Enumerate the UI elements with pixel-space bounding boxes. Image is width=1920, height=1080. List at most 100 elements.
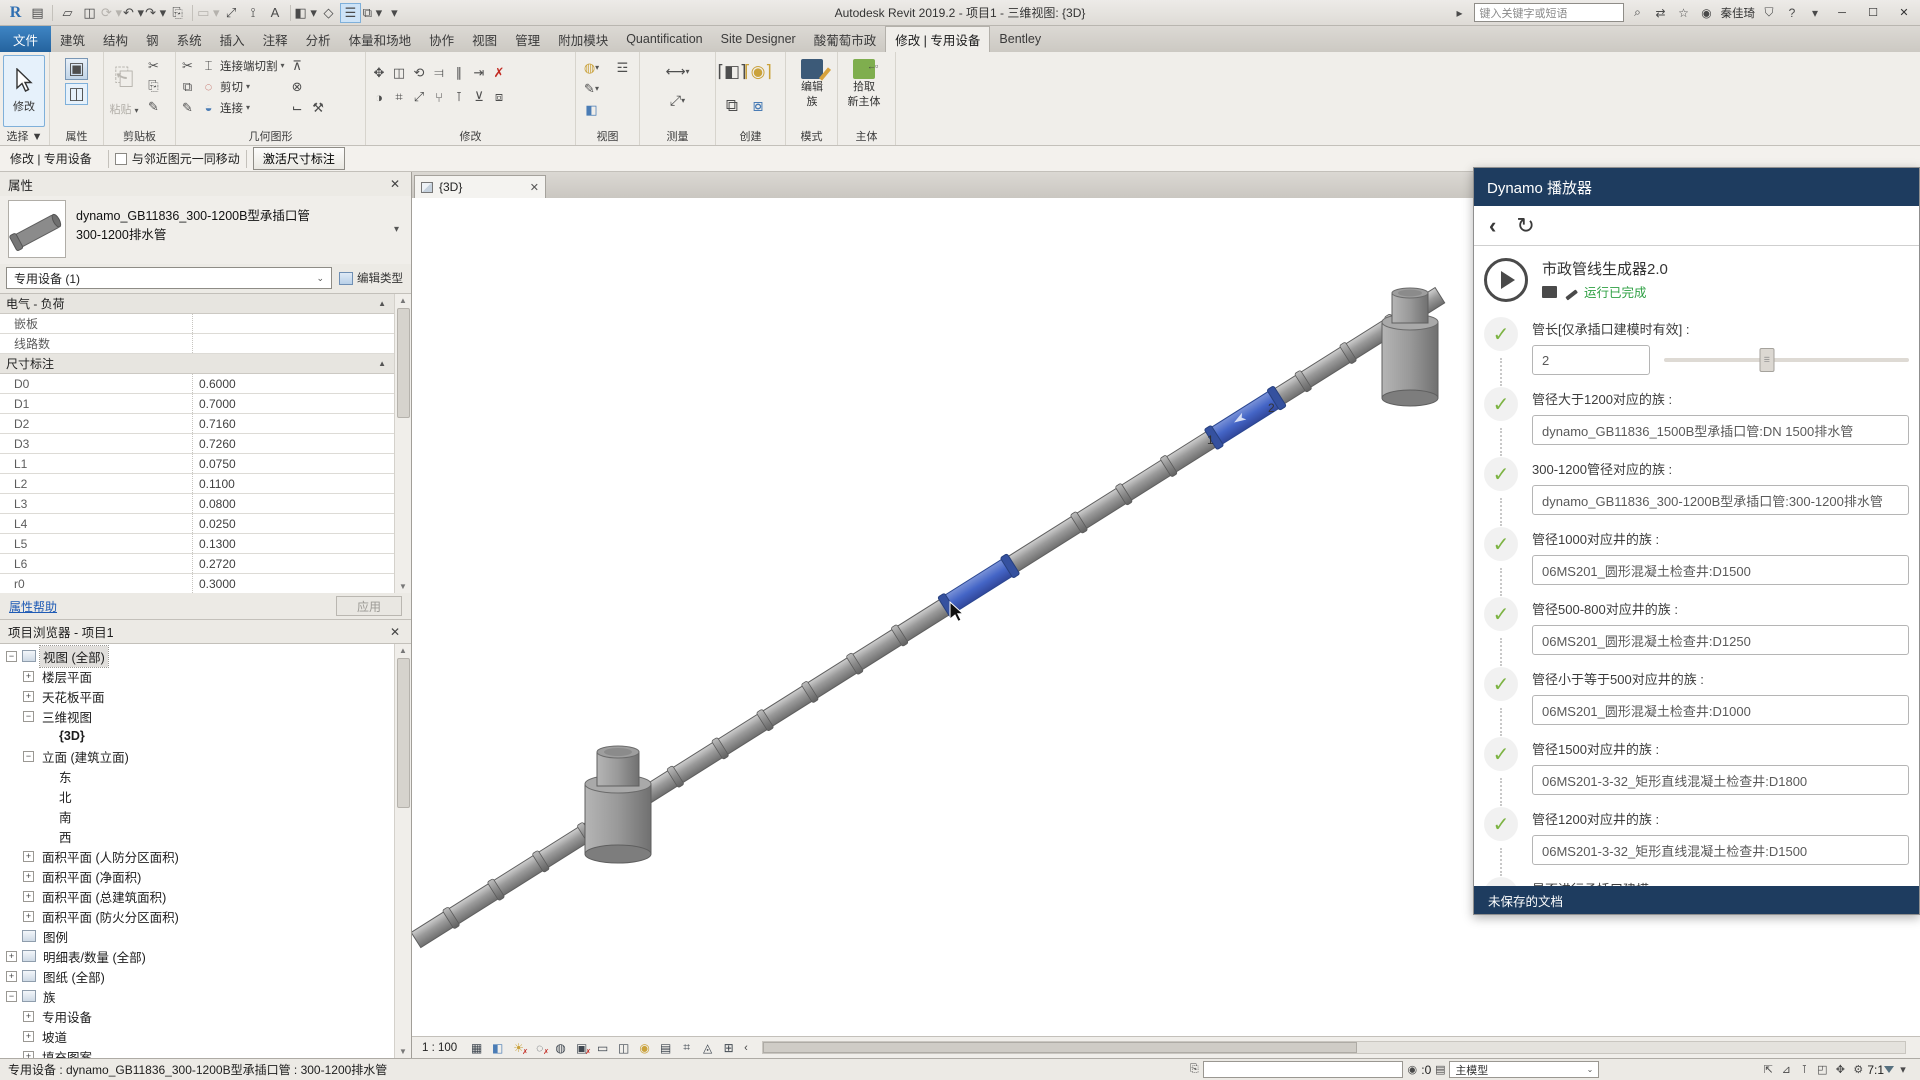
visual-style-icon[interactable]: ◧ (488, 1039, 507, 1057)
param-row[interactable]: L30.0800 (0, 494, 394, 514)
redo-icon[interactable]: ↷ ▾ (145, 3, 166, 23)
join-end-cut-button[interactable]: ⌶连接端切割▾ (200, 57, 285, 74)
tree-item[interactable]: +专用设备 (0, 1006, 394, 1026)
pin-icon[interactable]: ⊺ (451, 89, 468, 106)
exchange-icon[interactable]: ⇄ (1652, 3, 1670, 22)
worksets-selector[interactable] (1203, 1061, 1403, 1078)
tab-注释[interactable]: 注释 (254, 26, 297, 52)
type-dropdown-icon[interactable]: ▾ (394, 224, 401, 235)
design-option-selector[interactable]: 主模型⌄ (1449, 1061, 1599, 1078)
temporary-hide-icon[interactable]: ◫ (614, 1039, 633, 1057)
refresh-icon[interactable]: ↻ (1516, 215, 1534, 237)
tree-item-label[interactable]: 面积平面 (防火分区面积) (39, 906, 182, 927)
text-icon[interactable]: A (265, 3, 286, 23)
tree-item-label[interactable]: 西 (56, 826, 75, 847)
browser-scrollbar[interactable]: ▲ ▼ (394, 644, 411, 1058)
dynamo-family-input[interactable] (1532, 555, 1909, 585)
tab-附加模块[interactable]: 附加模块 (549, 26, 617, 52)
join-button[interactable]: ◒连接▾ (200, 99, 285, 116)
app-store-icon[interactable]: ⛉ (1760, 3, 1778, 22)
param-value[interactable]: 0.1100 (192, 474, 394, 493)
param-row[interactable]: L50.1300 (0, 534, 394, 554)
pick-new-host-button[interactable]: 拾取 新主体 (841, 55, 887, 127)
design-options-icon[interactable]: ▤ (1431, 1062, 1449, 1078)
tree-item[interactable]: +填充图案 (0, 1046, 394, 1058)
type-properties-icon[interactable]: ▣ (65, 58, 88, 80)
param-row[interactable]: L10.0750 (0, 454, 394, 474)
move-with-nearby-checkbox[interactable]: 与邻近图元一同移动 (115, 150, 240, 167)
view-tab-close-icon[interactable]: ✕ (530, 181, 539, 194)
slider-handle[interactable] (1759, 348, 1774, 372)
measure-icon[interactable]: ▭ ▾ (197, 3, 219, 23)
tree-item[interactable]: −三维视图 (0, 706, 394, 726)
tree-expander-icon[interactable]: + (23, 1011, 34, 1022)
shadows-icon[interactable]: ◌✗ (530, 1039, 549, 1057)
panel-label-properties[interactable]: 属性 (50, 128, 103, 144)
tab-视图[interactable]: 视图 (463, 26, 506, 52)
show-constraints-icon[interactable]: ⌗ (677, 1039, 696, 1057)
paint-icon[interactable]: ✎ (179, 99, 196, 116)
panel-label-measure[interactable]: 测量 (640, 128, 715, 144)
tree-item[interactable]: 北 (0, 786, 394, 806)
create-group-icon[interactable]: ⌈◧⌉ (721, 61, 744, 83)
project-browser-close-icon[interactable]: ✕ (387, 625, 403, 639)
worksets-icon[interactable]: ⎘ (1185, 1062, 1203, 1078)
undo-icon[interactable]: ↶ ▾ (123, 3, 144, 23)
tree-item[interactable]: −族 (0, 986, 394, 1006)
tree-item[interactable]: {3D} (0, 726, 394, 746)
array-icon[interactable]: ⌗ (391, 89, 408, 106)
edit-family-button[interactable]: 编辑 族 (789, 55, 835, 127)
param-value[interactable]: 0.0800 (192, 494, 394, 513)
param-value[interactable] (192, 314, 394, 333)
reveal-hidden-elements-icon[interactable]: ◉ (635, 1039, 654, 1057)
paste-icon[interactable]: ⎗ (107, 55, 141, 101)
close-button[interactable]: ✕ (1891, 3, 1917, 23)
edit-in-dynamo-icon[interactable] (1563, 286, 1578, 298)
param-row[interactable]: r00.3000 (0, 574, 394, 593)
param-value[interactable]: 0.6000 (192, 374, 394, 393)
crop-view-icon[interactable]: ▣✗ (572, 1039, 591, 1057)
param-section-header[interactable]: 尺寸标注▲ (0, 354, 394, 374)
tab-分析[interactable]: 分析 (297, 26, 340, 52)
param-value[interactable]: 0.7000 (192, 394, 394, 413)
help-menu-icon[interactable]: ▾ (1806, 3, 1824, 22)
collapse-view-bar-icon[interactable]: ‹ (740, 1042, 752, 1054)
override-graphics-icon[interactable]: ☲ (614, 59, 631, 76)
tab-Site Designer[interactable]: Site Designer (712, 26, 805, 52)
linework-icon[interactable]: ✎ ▾ (583, 80, 600, 97)
temporary-view-properties-icon[interactable]: ▤ (656, 1039, 675, 1057)
cut-button[interactable]: ◌剪切▾ (200, 78, 285, 95)
tree-item[interactable]: +天花板平面 (0, 686, 394, 706)
back-icon[interactable]: ‹ (1489, 215, 1496, 237)
panel-label-modify[interactable]: 修改 (366, 128, 575, 144)
search-icon[interactable]: ⌕ (1629, 3, 1647, 22)
user-icon[interactable]: ◉ (1698, 3, 1716, 22)
param-value[interactable]: 0.1300 (192, 534, 394, 553)
sun-path-icon[interactable]: ☀✗ (509, 1039, 528, 1057)
unjoin-icon[interactable]: ⊗ (289, 78, 306, 95)
tab-插入[interactable]: 插入 (211, 26, 254, 52)
filter-icon[interactable] (1884, 1066, 1894, 1073)
panel-label-host[interactable]: 主体 (838, 128, 895, 144)
default-3d-view-icon[interactable]: ◧ ▾ (295, 3, 317, 23)
tree-item-label[interactable]: 北 (56, 786, 75, 807)
render-icon[interactable]: ◍ (551, 1039, 570, 1057)
move-icon[interactable]: ✥ (371, 65, 388, 82)
aligned-dimension-icon[interactable]: ⤢ (221, 3, 242, 23)
tree-expander-icon[interactable]: + (23, 1031, 34, 1042)
properties-doc-icon[interactable]: ▤ (27, 3, 48, 23)
panel-label-create[interactable]: 创建 (716, 128, 785, 144)
apply-button[interactable]: 应用 (336, 596, 402, 616)
properties-scrollbar[interactable]: ▲ ▼ (394, 294, 411, 593)
tree-item[interactable]: 南 (0, 806, 394, 826)
param-value[interactable]: 0.0250 (192, 514, 394, 533)
view-scale-button[interactable]: 1 : 100 (418, 1042, 465, 1054)
tree-item-label[interactable]: 坡道 (39, 1026, 70, 1047)
tree-expander-icon[interactable]: + (23, 671, 34, 682)
tab-酸葡萄市政[interactable]: 酸葡萄市政 (805, 26, 886, 52)
tree-item-label[interactable]: 族 (40, 986, 59, 1007)
create-similar-icon[interactable]: ⌈◉⌉ (747, 61, 770, 83)
category-selector[interactable]: 专用设备 (1) ⌄ (6, 267, 332, 289)
tree-item[interactable]: 东 (0, 766, 394, 786)
tab-建筑[interactable]: 建筑 (51, 26, 94, 52)
